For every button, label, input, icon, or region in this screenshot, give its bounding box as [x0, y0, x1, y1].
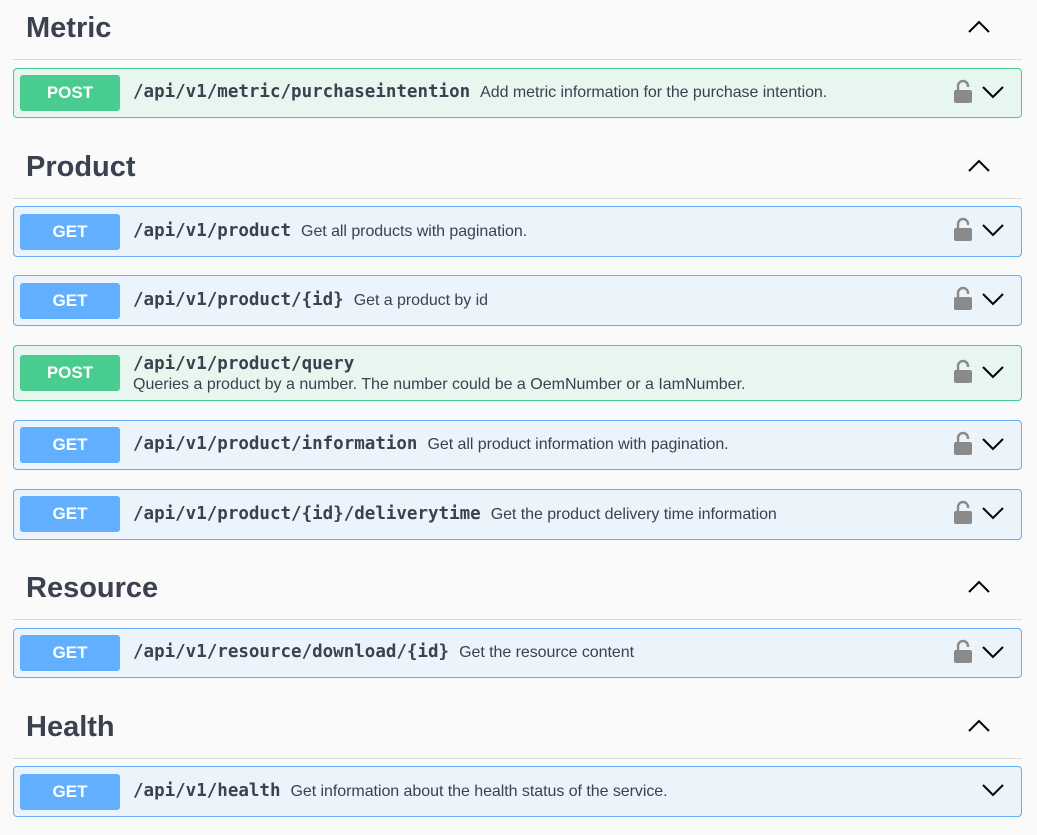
operation-summary: Get all products with pagination.: [301, 223, 528, 240]
chevron-up-icon[interactable]: [966, 14, 992, 40]
operation-post-product-query[interactable]: POST /api/v1/product/query Queries a pro…: [13, 345, 1022, 401]
operation-path[interactable]: /api/v1/health Get information about the …: [133, 781, 668, 801]
section-header[interactable]: Health: [13, 699, 1022, 759]
section-title: Health: [26, 711, 115, 743]
method-badge[interactable]: GET: [20, 774, 120, 810]
operation-path[interactable]: /api/v1/product/information Get all produ…: [133, 434, 729, 454]
method-badge[interactable]: GET: [20, 427, 120, 463]
method-badge[interactable]: GET: [20, 214, 120, 250]
operation-path[interactable]: /api/v1/product/{id} Get a product by id: [133, 290, 488, 310]
operation-get-product[interactable]: GET /api/v1/product Get all products with…: [13, 206, 1022, 257]
path-text: /api/v1/product: [133, 221, 292, 241]
path-text: /api/v1/product/information: [133, 434, 418, 454]
section-title: Metric: [26, 12, 112, 44]
operation-summary: Queries a product by a number. The numbe…: [133, 376, 746, 393]
operation-get-resource-download[interactable]: GET /api/v1/resource/download/{id} Get th…: [13, 628, 1022, 678]
method-badge[interactable]: GET: [20, 283, 120, 319]
lock-icon[interactable]: [953, 500, 973, 526]
operation-summary: Get a product by id: [353, 292, 488, 309]
chevron-up-icon[interactable]: [966, 153, 992, 179]
chevron-down-icon[interactable]: [980, 777, 1006, 803]
operation-post-metric-purchaseintention[interactable]: POST /api/v1/metric/purchaseintention Add…: [13, 68, 1022, 118]
chevron-down-icon[interactable]: [980, 79, 1006, 105]
operation-get-health[interactable]: GET /api/v1/health Get information about …: [13, 766, 1022, 817]
chevron-down-icon[interactable]: [980, 286, 1006, 312]
operation-path[interactable]: /api/v1/product Get all products with pag…: [133, 221, 527, 241]
chevron-down-icon[interactable]: [980, 500, 1006, 526]
chevron-down-icon[interactable]: [980, 217, 1006, 243]
method-badge[interactable]: GET: [20, 635, 120, 671]
operation-summary: Get the product delivery time informatio…: [490, 506, 777, 523]
operation-summary: Add metric information for the purchase …: [480, 84, 828, 101]
chevron-up-icon[interactable]: [966, 713, 992, 739]
operation-path[interactable]: /api/v1/product/query: [133, 354, 354, 374]
chevron-down-icon[interactable]: [980, 359, 1006, 385]
section-header[interactable]: Metric: [13, 0, 1022, 60]
chevron-down-icon[interactable]: [980, 639, 1006, 665]
section-title: Product: [26, 151, 136, 183]
method-badge[interactable]: POST: [20, 75, 120, 111]
operation-summary: Get information about the health status …: [290, 783, 668, 800]
operation-get-product-by-id[interactable]: GET /api/v1/product/{id} Get a product by…: [13, 275, 1022, 326]
operation-summary: Get all product information with paginat…: [427, 436, 729, 453]
path-text: /api/v1/product/{id}/deliverytime: [133, 504, 481, 524]
section-header[interactable]: Resource: [13, 560, 1022, 620]
lock-icon[interactable]: [953, 79, 973, 105]
path-text: /api/v1/metric/purchaseintention: [133, 82, 471, 102]
operation-path[interactable]: /api/v1/product/{id}/deliverytime Get the…: [133, 504, 777, 524]
chevron-up-icon[interactable]: [966, 574, 992, 600]
lock-icon[interactable]: [953, 286, 973, 312]
chevron-down-icon[interactable]: [980, 431, 1006, 457]
operation-summary: Get the resource content: [459, 644, 634, 661]
operation-path[interactable]: /api/v1/resource/download/{id} Get the re…: [133, 642, 634, 662]
lock-icon[interactable]: [953, 431, 973, 457]
path-text: /api/v1/resource/download/{id}: [133, 642, 450, 662]
method-badge[interactable]: POST: [20, 355, 120, 391]
section-header[interactable]: Product: [13, 139, 1022, 199]
operation-get-product-deliverytime[interactable]: GET /api/v1/product/{id}/deliverytime Get…: [13, 489, 1022, 540]
lock-icon[interactable]: [953, 639, 973, 665]
lock-icon[interactable]: [953, 217, 973, 243]
lock-icon[interactable]: [953, 359, 973, 385]
section-title: Resource: [26, 572, 159, 604]
method-badge[interactable]: GET: [20, 496, 120, 532]
operation-path[interactable]: /api/v1/metric/purchaseintention Add metr…: [133, 82, 827, 102]
operation-get-product-information[interactable]: GET /api/v1/product/information Get all p…: [13, 420, 1022, 470]
path-text: /api/v1/health: [133, 781, 281, 801]
path-text: /api/v1/product/{id}: [133, 290, 344, 310]
